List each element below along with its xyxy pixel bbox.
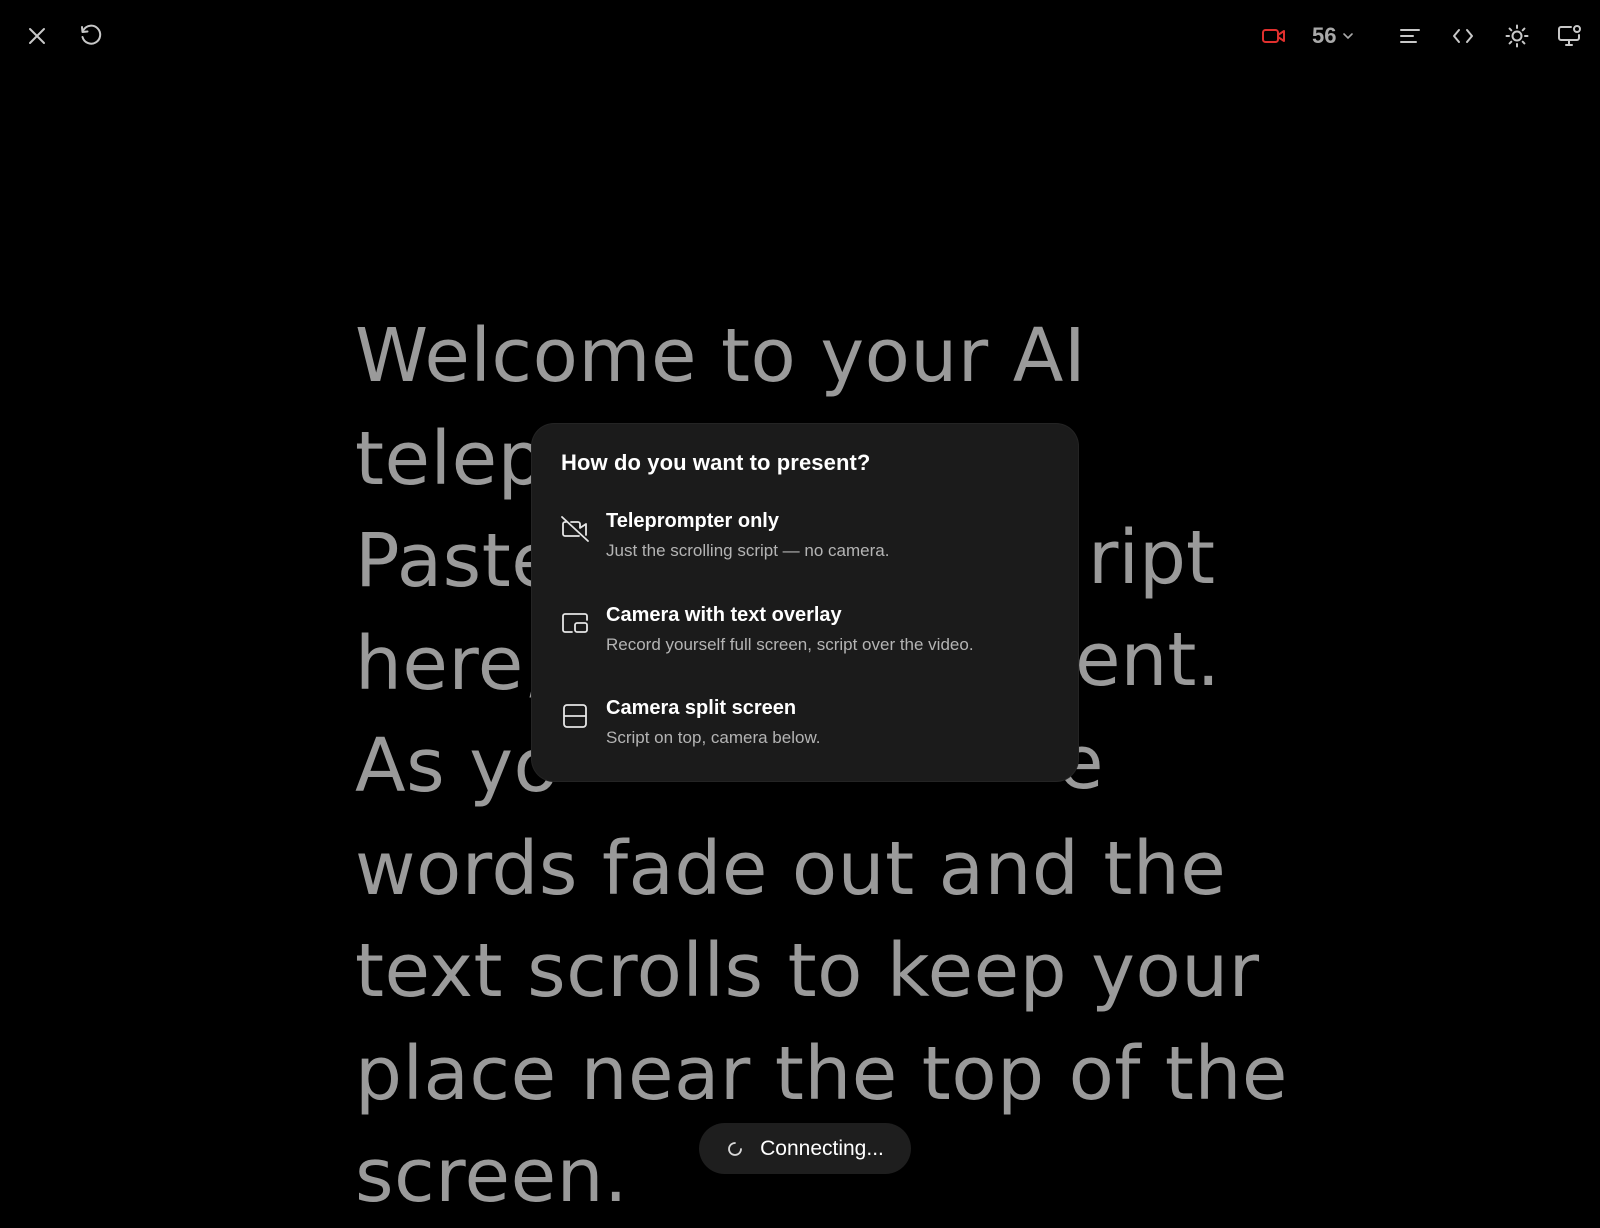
close-button[interactable] xyxy=(17,16,57,56)
option-camera-overlay[interactable]: Camera with text overlay Record yourself… xyxy=(548,602,1062,676)
camera-icon xyxy=(1262,29,1285,43)
close-icon xyxy=(29,28,45,44)
option-title: Camera with text overlay xyxy=(606,604,842,626)
split-screen-icon xyxy=(563,704,587,728)
picture-in-picture-icon xyxy=(562,613,588,633)
code-button[interactable] xyxy=(1443,16,1483,56)
align-left-icon xyxy=(1400,29,1420,43)
dialog-title: How do you want to present? xyxy=(561,450,871,475)
code-icon xyxy=(1453,29,1473,43)
script-line: words fade out and the xyxy=(355,825,1227,912)
chevron-down-icon xyxy=(1343,33,1354,40)
option-teleprompter-only[interactable]: Teleprompter only Just the scrolling scr… xyxy=(548,508,1062,582)
connection-status: Connecting... xyxy=(699,1123,911,1174)
display-button[interactable] xyxy=(1550,16,1590,56)
option-title: Camera split screen xyxy=(606,697,797,719)
present-mode-dialog: How do you want to present? Teleprompter… xyxy=(532,424,1078,781)
record-button[interactable] xyxy=(1254,16,1294,56)
status-text: Connecting... xyxy=(760,1136,884,1160)
spinner-icon xyxy=(728,1141,743,1156)
option-description: Record yourself full screen, script over… xyxy=(606,635,974,654)
theme-button[interactable] xyxy=(1497,16,1537,56)
align-button[interactable] xyxy=(1390,16,1430,56)
option-camera-split[interactable]: Camera split screen Script on top, camer… xyxy=(548,695,1062,769)
font-size-select[interactable]: 56 xyxy=(1312,16,1354,56)
reset-icon xyxy=(81,24,102,45)
script-line: place near the top of the xyxy=(355,1030,1288,1117)
script-fragment: ript xyxy=(1088,515,1215,601)
reset-button[interactable] xyxy=(71,16,111,56)
script-line: text scrolls to keep your xyxy=(355,928,1260,1014)
option-title: Teleprompter only xyxy=(606,510,779,532)
video-off-icon xyxy=(561,516,589,542)
sun-icon xyxy=(1505,24,1529,48)
font-size-value: 56 xyxy=(1312,23,1337,48)
option-description: Just the scrolling script — no camera. xyxy=(606,541,890,560)
script-line: Welcome to your AI xyxy=(355,313,1087,399)
monitor-icon xyxy=(1558,25,1581,46)
option-description: Script on top, camera below. xyxy=(606,728,821,747)
script-fragment: ent. xyxy=(1075,617,1220,703)
